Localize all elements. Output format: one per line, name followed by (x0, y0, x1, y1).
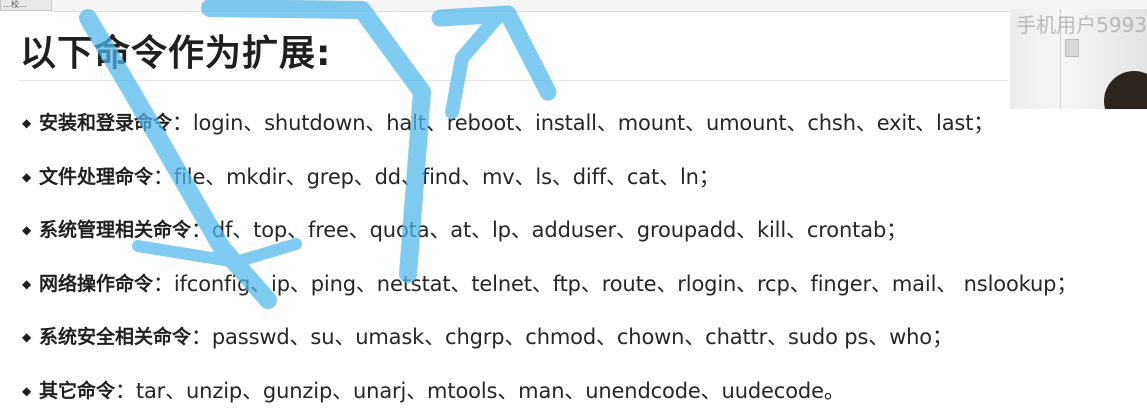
bullet-diamond-icon: ◆ (22, 330, 32, 344)
category-label: 安装和登录命令 (39, 112, 173, 134)
bullet-diamond-icon: ◆ (22, 169, 32, 184)
command-names: file、mkdir、grep、dd、find、mv、ls、diff、cat、l… (173, 164, 720, 189)
command-names: login、shutdown、halt、reboot、install、mount… (192, 111, 995, 135)
watermark-stroke (445, 7, 507, 119)
separator: ： (172, 111, 193, 135)
bullet-diamond-icon: ◆ (22, 116, 32, 130)
command-names: passwd、su、umask、chgrp、chmod、chown、chattr… (211, 325, 953, 349)
list-item: ◆ 系统管理相关命令 ： df、top、free、quota、at、lp、add… (22, 213, 1077, 267)
command-names: tar、unzip、gunzip、unarj、mtools、man、unendc… (135, 378, 845, 403)
separator: ： (153, 271, 174, 296)
list-item: ◆ 网络操作命令 ： ifconfig、ip、ping、netstat、teln… (22, 267, 1077, 321)
category-label: 文件处理命令 (39, 165, 154, 188)
bullet-diamond-icon: ◆ (22, 383, 32, 398)
separator: ： (191, 218, 212, 242)
command-list: ◆ 安装和登录命令 ： login、shutdown、halt、reboot、i… (22, 106, 1077, 411)
category-label: 系统管理相关命令 (39, 219, 192, 241)
list-item: ◆ 其它命令 ： tar、unzip、gunzip、unarj、mtools、m… (22, 374, 1077, 411)
browser-tab-strip (52, 0, 1147, 12)
command-names: df、top、free、quota、at、lp、adduser、groupadd… (211, 218, 907, 242)
separator: ： (115, 378, 136, 403)
list-item: ◆ 系统安全相关命令 ： passwd、su、umask、chgrp、chmod… (22, 320, 1077, 374)
webcam-user-label: 手机用户5993 (1016, 13, 1147, 37)
category-label: 其它命令 (39, 379, 116, 402)
webcam-person (1104, 71, 1147, 109)
page-title: 以下命令作为扩展: (20, 33, 332, 74)
title-divider (18, 80, 1008, 81)
separator: ： (153, 164, 174, 189)
bullet-diamond-icon: ◆ (22, 223, 32, 237)
bullet-diamond-icon: ◆ (22, 276, 32, 291)
separator: ： (191, 325, 212, 349)
list-item: ◆ 安装和登录命令 ： login、shutdown、halt、reboot、i… (22, 106, 1077, 160)
category-label: 网络操作命令 (39, 272, 154, 295)
slide-page: …校… 以下命令作为扩展: ◆ 安装和登录命令 ： login、shutdown… (0, 0, 1147, 411)
category-label: 系统安全相关命令 (39, 326, 192, 348)
list-item: ◆ 文件处理命令 ： file、mkdir、grep、dd、find、mv、ls… (22, 160, 1077, 214)
browser-tab[interactable]: …校… (0, 0, 52, 11)
command-names: ifconfig、ip、ping、netstat、telnet、ftp、rout… (173, 271, 1078, 296)
webcam-light-switch (1065, 39, 1079, 57)
